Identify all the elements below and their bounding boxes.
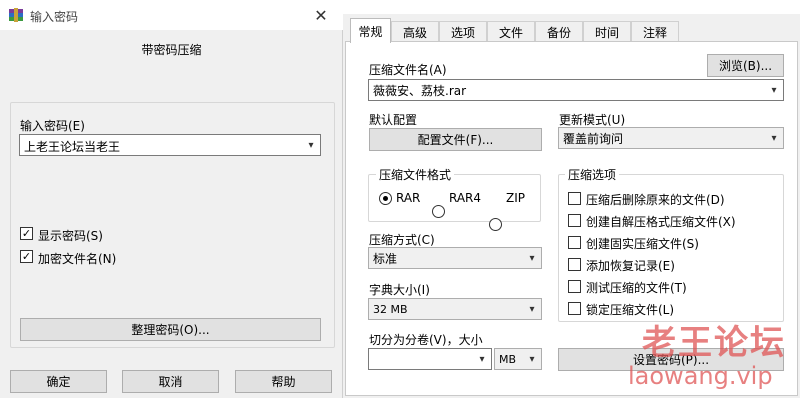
default-profile-label: 默认配置 bbox=[369, 113, 418, 127]
format-zip-radio[interactable] bbox=[489, 218, 502, 231]
split-unit-value: MB bbox=[499, 352, 517, 366]
tab-backup[interactable]: 备份 bbox=[535, 21, 583, 42]
split-label: 切分为分卷(V)，大小 bbox=[369, 333, 483, 347]
solid-label: 创建固实压缩文件(S) bbox=[586, 237, 699, 251]
profile-button[interactable]: 配置文件(F)... bbox=[369, 128, 542, 151]
title-bar-cropped bbox=[343, 0, 800, 14]
chevron-down-icon[interactable]: ▾ bbox=[304, 135, 318, 155]
tab-strip: 常规 高级 选项 文件 备份 时间 注释 bbox=[343, 18, 800, 43]
sfx-checkbox[interactable] bbox=[568, 214, 581, 227]
password-label: 输入密码(E) bbox=[20, 119, 85, 133]
archive-name-value: 薇薇安、荔枝.rar bbox=[373, 83, 467, 98]
tab-general[interactable]: 常规 bbox=[350, 18, 391, 43]
format-rar-radio[interactable] bbox=[379, 192, 392, 205]
password-dialog: 输入密码 ✕ 带密码压缩 输入密码(E) 上老王论坛当老王 ▾ ✓ 显示密码(S… bbox=[0, 0, 343, 398]
chevron-down-icon[interactable]: ▾ bbox=[525, 248, 539, 268]
method-label: 压缩方式(C) bbox=[369, 233, 435, 247]
archive-name-label: 压缩文件名(A) bbox=[369, 63, 447, 77]
method-combo[interactable]: 标准 ▾ bbox=[368, 247, 542, 269]
close-icon[interactable]: ✕ bbox=[310, 4, 332, 26]
format-rar4-label: RAR4 bbox=[449, 191, 482, 205]
update-mode-label: 更新模式(U) bbox=[559, 113, 626, 127]
title-bar: 输入密码 ✕ bbox=[0, 0, 343, 30]
help-button[interactable]: 帮助 bbox=[235, 370, 332, 393]
password-combo[interactable]: 上老王论坛当老王 ▾ bbox=[19, 134, 321, 156]
format-group-label: 压缩文件格式 bbox=[376, 166, 455, 183]
method-value: 标准 bbox=[373, 251, 398, 266]
cancel-button[interactable]: 取消 bbox=[122, 370, 219, 393]
dict-value: 32 MB bbox=[373, 302, 408, 316]
chevron-down-icon[interactable]: ▾ bbox=[525, 299, 539, 319]
split-unit-combo[interactable]: MB ▾ bbox=[494, 348, 542, 370]
dialog-heading: 带密码压缩 bbox=[141, 43, 202, 57]
update-mode-value: 覆盖前询问 bbox=[563, 131, 624, 146]
delete-after-checkbox[interactable] bbox=[568, 192, 581, 205]
tab-time[interactable]: 时间 bbox=[583, 21, 631, 42]
lock-archive-checkbox[interactable] bbox=[568, 302, 581, 315]
recovery-record-checkbox[interactable] bbox=[568, 258, 581, 271]
options-group-label: 压缩选项 bbox=[565, 166, 620, 183]
test-files-label: 测试压缩的文件(T) bbox=[586, 281, 687, 295]
format-zip-label: ZIP bbox=[506, 191, 525, 205]
archive-name-combo[interactable]: 薇薇安、荔枝.rar ▾ bbox=[368, 79, 784, 101]
split-size-combo[interactable]: ▾ bbox=[368, 348, 492, 370]
format-rar-label: RAR bbox=[396, 191, 421, 205]
test-files-checkbox[interactable] bbox=[568, 280, 581, 293]
tab-options[interactable]: 选项 bbox=[439, 21, 487, 42]
dict-combo[interactable]: 32 MB ▾ bbox=[368, 298, 542, 320]
sfx-label: 创建自解压格式压缩文件(X) bbox=[586, 215, 736, 229]
solid-checkbox[interactable] bbox=[568, 236, 581, 249]
chevron-down-icon[interactable]: ▾ bbox=[767, 80, 781, 100]
encrypt-filenames-checkbox[interactable]: ✓ bbox=[20, 250, 33, 263]
tab-files[interactable]: 文件 bbox=[487, 21, 535, 42]
recovery-record-label: 添加恢复记录(E) bbox=[586, 259, 675, 273]
winrar-icon bbox=[8, 7, 24, 23]
encrypt-filenames-label: 加密文件名(N) bbox=[38, 252, 117, 266]
chevron-down-icon[interactable]: ▾ bbox=[767, 128, 781, 148]
password-value: 上老王论坛当老王 bbox=[24, 140, 121, 154]
delete-after-label: 压缩后删除原来的文件(D) bbox=[586, 193, 725, 207]
browse-button[interactable]: 浏览(B)... bbox=[707, 54, 784, 77]
window-title: 输入密码 bbox=[30, 10, 79, 24]
tab-advanced[interactable]: 高级 bbox=[391, 21, 439, 42]
watermark-title: 老王论坛 bbox=[642, 323, 786, 363]
chevron-down-icon[interactable]: ▾ bbox=[475, 349, 489, 369]
watermark-url: laowang.vip bbox=[628, 362, 773, 390]
organize-passwords-button[interactable]: 整理密码(O)... bbox=[20, 318, 321, 341]
format-rar4-radio[interactable] bbox=[432, 205, 445, 218]
chevron-down-icon[interactable]: ▾ bbox=[525, 349, 539, 369]
show-password-label: 显示密码(S) bbox=[38, 229, 103, 243]
tab-comment[interactable]: 注释 bbox=[631, 21, 679, 42]
show-password-checkbox[interactable]: ✓ bbox=[20, 227, 33, 240]
update-mode-combo[interactable]: 覆盖前询问 ▾ bbox=[558, 127, 784, 149]
ok-button[interactable]: 确定 bbox=[10, 370, 107, 393]
dict-label: 字典大小(I) bbox=[369, 283, 430, 297]
